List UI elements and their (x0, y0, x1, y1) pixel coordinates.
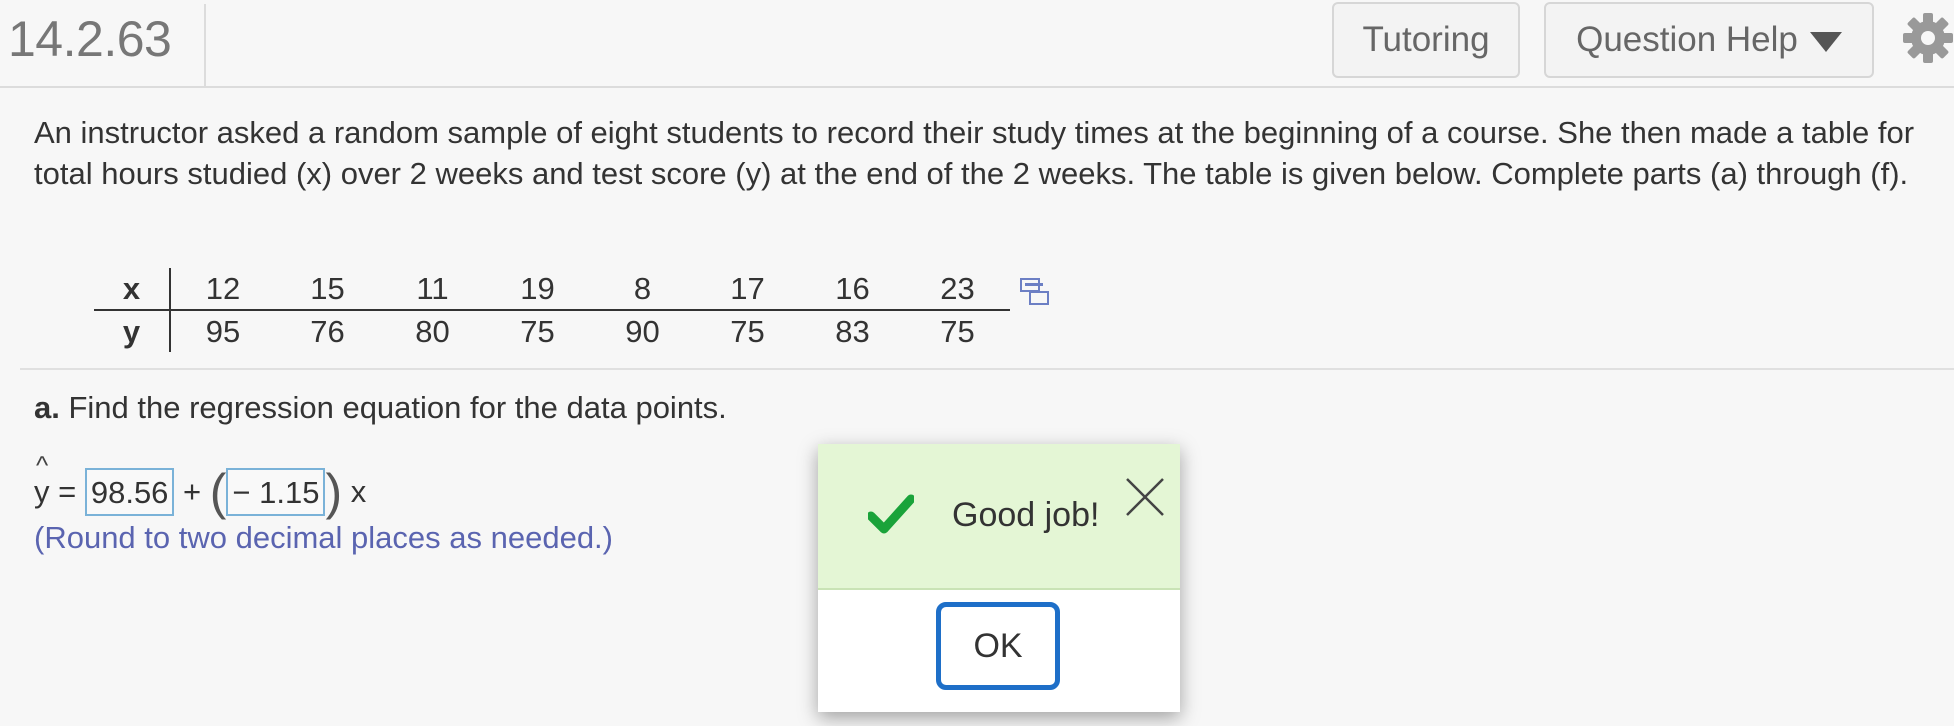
question-number: 14.2.63 (8, 11, 172, 67)
gear-icon[interactable] (1902, 12, 1954, 64)
table-row-x: x 12 15 11 19 8 17 16 23 (94, 268, 1010, 311)
y-value: 75 (940, 313, 975, 349)
tutoring-button[interactable]: Tutoring (1332, 2, 1520, 78)
feedback-message: Good job! (952, 496, 1100, 534)
y-value: 95 (205, 313, 241, 349)
close-paren: ) (325, 464, 343, 520)
x-value: 17 (695, 268, 800, 311)
ok-button[interactable]: OK (936, 602, 1060, 690)
tutoring-label: Tutoring (1362, 20, 1490, 59)
hat-mark: ^ (36, 450, 49, 480)
y-value: 80 (415, 313, 450, 349)
copy-data-icon[interactable] (1020, 278, 1050, 306)
ok-label: OK (973, 626, 1023, 665)
y-value: 83 (835, 313, 870, 349)
question-help-button[interactable]: Question Help (1544, 2, 1874, 78)
part-a-label: a. (34, 390, 60, 425)
rounding-hint: (Round to two decimal places as needed.) (34, 520, 613, 555)
close-icon[interactable] (1124, 476, 1166, 518)
y-header: y (94, 310, 171, 352)
y-hat-symbol: ^ y (34, 450, 50, 510)
x-value: 16 (800, 268, 905, 311)
checkmark-icon (868, 494, 914, 534)
y-value: 75 (520, 313, 555, 349)
x-value: 11 (380, 268, 485, 311)
x-value: 8 (590, 268, 695, 311)
regression-equation: ^ y = 98.56 + ( − 1.15 ) x (34, 450, 367, 520)
problem-statement: An instructor asked a random sample of e… (34, 115, 1915, 191)
x-value: 19 (485, 268, 590, 311)
x-value: 12 (170, 268, 275, 311)
intercept-answer-box[interactable]: 98.56 (84, 468, 175, 516)
table-row-y: y 95 76 80 75 90 75 83 75 (94, 310, 1010, 352)
caret-down-icon (1809, 32, 1842, 52)
part-a-text: Find the regression equation for the dat… (59, 390, 727, 425)
x-value: 23 (905, 268, 1010, 311)
equals-sign: = (49, 474, 85, 509)
part-a-prompt: a. Find the regression equation for the … (34, 390, 727, 426)
x-value: 15 (275, 268, 380, 311)
y-value: 76 (310, 313, 345, 349)
feedback-dialog: Good job! OK (818, 444, 1180, 712)
question-help-label: Question Help (1576, 20, 1798, 59)
y-value: 90 (625, 313, 660, 349)
section-divider (20, 368, 1954, 370)
feedback-banner: Good job! (818, 444, 1180, 590)
open-paren: ( (209, 464, 227, 520)
x-header: x (94, 268, 171, 311)
plus-sign: + (174, 474, 210, 509)
data-table: x 12 15 11 19 8 17 16 23 y 95 76 80 75 9… (94, 268, 1010, 352)
header-divider (204, 4, 206, 86)
x-variable: x (342, 474, 367, 509)
header-bar: 14.2.63 Tutoring Question Help (0, 0, 1954, 88)
slope-answer-box[interactable]: − 1.15 (226, 468, 326, 516)
y-value: 75 (730, 313, 765, 349)
